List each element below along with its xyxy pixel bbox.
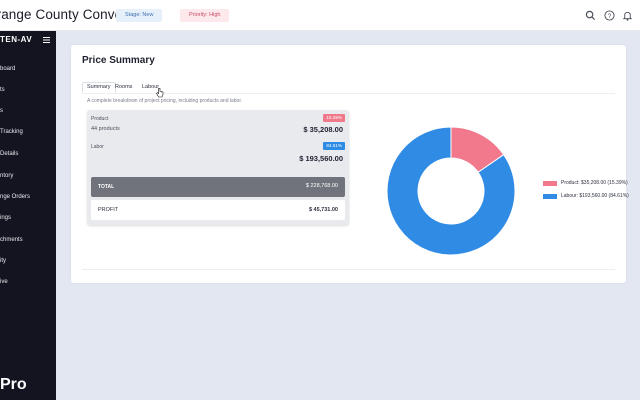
sidebar-item-details[interactable]: Details <box>0 151 18 157</box>
legend-label: Product: $35,208.00 (15.39%) <box>561 180 628 186</box>
profit-label: PROFIT <box>98 207 119 213</box>
priority-badge[interactable]: Priority: High <box>180 9 230 22</box>
sidebar: TEN-AV board ts s Tracking Details ntory… <box>0 31 56 400</box>
sidebar-item-archive[interactable]: ive <box>0 279 8 285</box>
bell-icon[interactable] <box>622 10 633 21</box>
help-icon[interactable]: ? <box>604 10 615 21</box>
legend-label: Labour: $193,560.00 (84.61%) <box>561 193 629 199</box>
product-label: Product <box>91 116 109 122</box>
sidebar-item-inventory[interactable]: ntory <box>0 173 13 179</box>
tab-rooms[interactable]: Rooms <box>111 82 136 93</box>
sidebar-item-s[interactable]: s <box>0 108 3 114</box>
page-title: Price Summary <box>82 55 155 66</box>
search-icon[interactable] <box>585 10 596 21</box>
labor-percent-badge: 84.61% <box>323 142 345 150</box>
legend-swatch <box>543 194 557 199</box>
price-breakdown-panel: Product 15.39% 44 products $ 35,208.00 L… <box>87 110 349 225</box>
sidebar-item-tracking[interactable]: Tracking <box>0 129 23 135</box>
total-row: TOTAL $ 228,768.00 <box>91 177 345 197</box>
sidebar-item-activity[interactable]: ity <box>0 258 6 264</box>
main-content: Price Summary Summary Rooms Labour A com… <box>56 31 640 400</box>
labor-label: Labor <box>91 144 104 150</box>
sidebar-item-drawings[interactable]: ings <box>0 215 11 221</box>
sidebar-item-contacts[interactable]: ts <box>0 87 5 93</box>
price-summary-card: Price Summary Summary Rooms Labour A com… <box>71 45 629 283</box>
brand-logo[interactable]: TEN-AV <box>0 35 32 44</box>
project-title: Orange County Conve... <box>0 7 134 22</box>
sidebar-item-dashboard[interactable]: board <box>0 66 15 72</box>
legend-swatch <box>543 181 557 186</box>
summary-description: A complete breakdown of project pricing,… <box>87 98 243 104</box>
stage-badge[interactable]: Stage: New <box>116 9 163 22</box>
total-label: TOTAL <box>98 184 115 190</box>
card-divider <box>82 269 615 270</box>
price-donut-chart <box>386 126 516 256</box>
total-amount: $ 228,768.00 <box>305 183 338 189</box>
mouse-cursor-icon <box>156 88 164 98</box>
profit-amount: $ 45,731.00 <box>308 207 338 213</box>
product-count: 44 products <box>91 126 120 132</box>
product-amount: $ 35,208.00 <box>303 125 343 134</box>
sidebar-item-change-orders[interactable]: nge Orders <box>0 194 30 200</box>
top-header: Orange County Conve... Stage: New Priori… <box>0 0 640 31</box>
svg-text:?: ? <box>608 13 612 20</box>
menu-icon[interactable] <box>43 37 50 43</box>
labor-amount: $ 193,560.00 <box>299 154 343 163</box>
product-percent-badge: 15.39% <box>323 114 345 122</box>
sidebar-item-attachments[interactable]: chments <box>0 237 23 243</box>
profit-row: PROFIT $ 45,731.00 <box>91 200 345 220</box>
pro-badge: Pro <box>0 376 27 393</box>
